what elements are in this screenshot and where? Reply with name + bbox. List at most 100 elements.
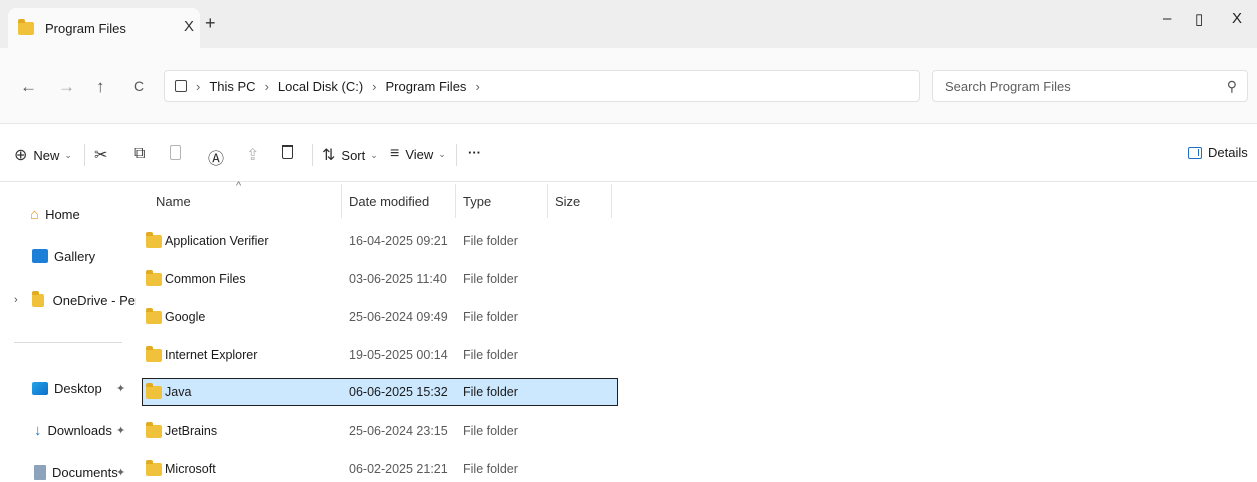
file-type: File folder bbox=[463, 462, 518, 476]
file-type: File folder bbox=[463, 424, 518, 438]
pin-icon[interactable]: ✦ bbox=[116, 424, 125, 437]
column-divider[interactable] bbox=[455, 184, 456, 218]
tab-label: Program Files bbox=[45, 20, 126, 36]
file-list: Name ^ Date modified Type Size Applicati… bbox=[136, 180, 1257, 482]
folder-icon bbox=[146, 269, 162, 286]
column-divider[interactable] bbox=[341, 184, 342, 218]
plus-circle-icon: ⊕ bbox=[14, 147, 28, 164]
file-date: 06-06-2025 15:32 bbox=[349, 385, 448, 399]
column-header-type[interactable]: Type bbox=[463, 182, 543, 220]
view-list-icon: ≡ bbox=[390, 145, 400, 162]
sort-ascending-icon: ^ bbox=[236, 180, 242, 192]
share-button[interactable]: ⇪ bbox=[246, 145, 259, 165]
chevron-down-icon: ⌄ bbox=[64, 149, 72, 160]
chevron-right-icon[interactable]: › bbox=[475, 79, 479, 94]
chevron-down-icon: ⌄ bbox=[438, 148, 446, 159]
rename-icon: Ⓐ bbox=[208, 151, 225, 168]
file-type: File folder bbox=[463, 272, 518, 286]
sidebar-item-home[interactable]: ⌂ Home bbox=[0, 198, 136, 230]
folder-icon bbox=[146, 231, 162, 248]
folder-icon bbox=[146, 459, 162, 476]
file-type: File folder bbox=[463, 310, 518, 324]
navigation-pane: ⌂ Home Gallery › OneDrive - Persona Desk… bbox=[0, 182, 136, 482]
folder-icon bbox=[146, 382, 162, 399]
view-button[interactable]: ≡ View ⌄ bbox=[390, 145, 446, 163]
table-row[interactable]: Google 25-06-2024 09:49 File folder bbox=[142, 304, 618, 332]
folder-icon bbox=[18, 18, 34, 35]
column-header-name[interactable]: Name ^ bbox=[156, 180, 342, 220]
table-row[interactable]: Internet Explorer 19-05-2025 00:14 File … bbox=[142, 342, 618, 370]
breadcrumb-this-pc[interactable]: This PC bbox=[209, 79, 255, 94]
file-name: Microsoft bbox=[165, 462, 216, 476]
paste-button[interactable] bbox=[170, 145, 181, 160]
chevron-right-icon: › bbox=[372, 78, 377, 94]
minimize-button[interactable]: – bbox=[1163, 10, 1171, 27]
pin-icon[interactable]: ✦ bbox=[116, 466, 125, 479]
monitor-icon bbox=[175, 80, 187, 92]
search-icon[interactable]: ⚲ bbox=[1227, 78, 1237, 95]
chevron-down-icon: ⌄ bbox=[370, 149, 378, 160]
column-header-date[interactable]: Date modified bbox=[349, 182, 459, 220]
sort-icon: ⇅ bbox=[322, 147, 336, 164]
breadcrumb-local-disk[interactable]: Local Disk (C:) bbox=[278, 79, 363, 94]
download-icon: ↓ bbox=[34, 421, 42, 439]
folder-icon bbox=[146, 307, 162, 324]
address-bar[interactable]: › This PC › Local Disk (C:) › Program Fi… bbox=[164, 70, 920, 102]
sidebar-item-gallery[interactable]: Gallery bbox=[0, 240, 136, 272]
restore-button[interactable]: ▯ bbox=[1195, 10, 1203, 28]
file-name: Java bbox=[165, 385, 192, 399]
scissors-icon: ✂ bbox=[94, 147, 108, 164]
copy-icon: ⧉ bbox=[134, 145, 146, 162]
command-bar: ⊕ New ⌄ ✂ ⧉ Ⓐ ⇪ ⇅ Sort ⌄ ≡ View ⌄ ··· De… bbox=[0, 124, 1257, 182]
file-date: 25-06-2024 23:15 bbox=[349, 424, 448, 438]
desktop-icon bbox=[32, 381, 48, 395]
back-button[interactable]: ← bbox=[20, 78, 37, 95]
sidebar-item-documents[interactable]: Documents ✦ bbox=[0, 456, 136, 482]
home-icon: ⌂ bbox=[30, 205, 40, 223]
file-date: 19-05-2025 00:14 bbox=[349, 348, 448, 362]
file-date: 06-02-2025 21:21 bbox=[349, 462, 448, 476]
close-window-button[interactable]: X bbox=[1232, 10, 1242, 27]
divider bbox=[456, 144, 457, 166]
chevron-right-icon: › bbox=[196, 78, 201, 94]
column-header-size[interactable]: Size bbox=[555, 182, 605, 220]
pin-icon[interactable]: ✦ bbox=[116, 382, 125, 395]
breadcrumb-program-files[interactable]: Program Files bbox=[386, 79, 467, 94]
chevron-right-icon[interactable]: › bbox=[14, 294, 18, 306]
tab-program-files[interactable]: Program Files X bbox=[8, 8, 200, 48]
sidebar-item-desktop[interactable]: Desktop ✦ bbox=[0, 372, 136, 404]
refresh-button[interactable]: C bbox=[134, 78, 144, 95]
search-input[interactable]: Search Program Files ⚲ bbox=[932, 70, 1248, 102]
sort-button[interactable]: ⇅ Sort ⌄ bbox=[322, 145, 378, 165]
file-name: Google bbox=[165, 310, 206, 324]
file-date: 16-04-2025 09:21 bbox=[349, 234, 448, 248]
column-divider[interactable] bbox=[611, 184, 612, 218]
more-options-button[interactable]: ··· bbox=[468, 145, 481, 160]
details-pane-button[interactable]: Details bbox=[1188, 145, 1248, 160]
sidebar-item-onedrive[interactable]: › OneDrive - Persona bbox=[0, 284, 136, 316]
table-row[interactable]: Common Files 03-06-2025 11:40 File folde… bbox=[142, 266, 618, 294]
table-row[interactable]: Application Verifier 16-04-2025 09:21 Fi… bbox=[142, 228, 618, 256]
table-row[interactable]: Microsoft 06-02-2025 21:21 File folder bbox=[142, 456, 618, 482]
folder-icon bbox=[146, 345, 162, 362]
up-button[interactable]: ↑ bbox=[96, 78, 105, 95]
share-icon: ⇪ bbox=[246, 147, 260, 164]
file-name: JetBrains bbox=[165, 424, 218, 438]
cut-button[interactable]: ✂ bbox=[94, 145, 107, 165]
forward-button[interactable]: → bbox=[58, 78, 75, 95]
rename-button[interactable]: Ⓐ bbox=[208, 145, 224, 169]
delete-button[interactable] bbox=[282, 145, 293, 159]
divider bbox=[84, 144, 85, 166]
file-name: Application Verifier bbox=[165, 234, 269, 248]
column-divider[interactable] bbox=[547, 184, 548, 218]
table-row[interactable]: JetBrains 25-06-2024 23:15 File folder bbox=[142, 418, 618, 446]
title-bar: Program Files X + – ▯ X bbox=[0, 0, 1257, 48]
divider bbox=[312, 144, 313, 166]
folder-icon bbox=[146, 421, 162, 438]
table-row-selected[interactable]: Java 06-06-2025 15:32 File folder bbox=[142, 378, 618, 406]
new-button[interactable]: ⊕ New ⌄ bbox=[14, 145, 72, 165]
new-tab-button[interactable]: + bbox=[205, 14, 216, 32]
sidebar-item-downloads[interactable]: ↓ Downloads ✦ bbox=[0, 414, 136, 446]
tab-close-button[interactable]: X bbox=[184, 18, 194, 35]
copy-button[interactable]: ⧉ bbox=[134, 145, 145, 163]
